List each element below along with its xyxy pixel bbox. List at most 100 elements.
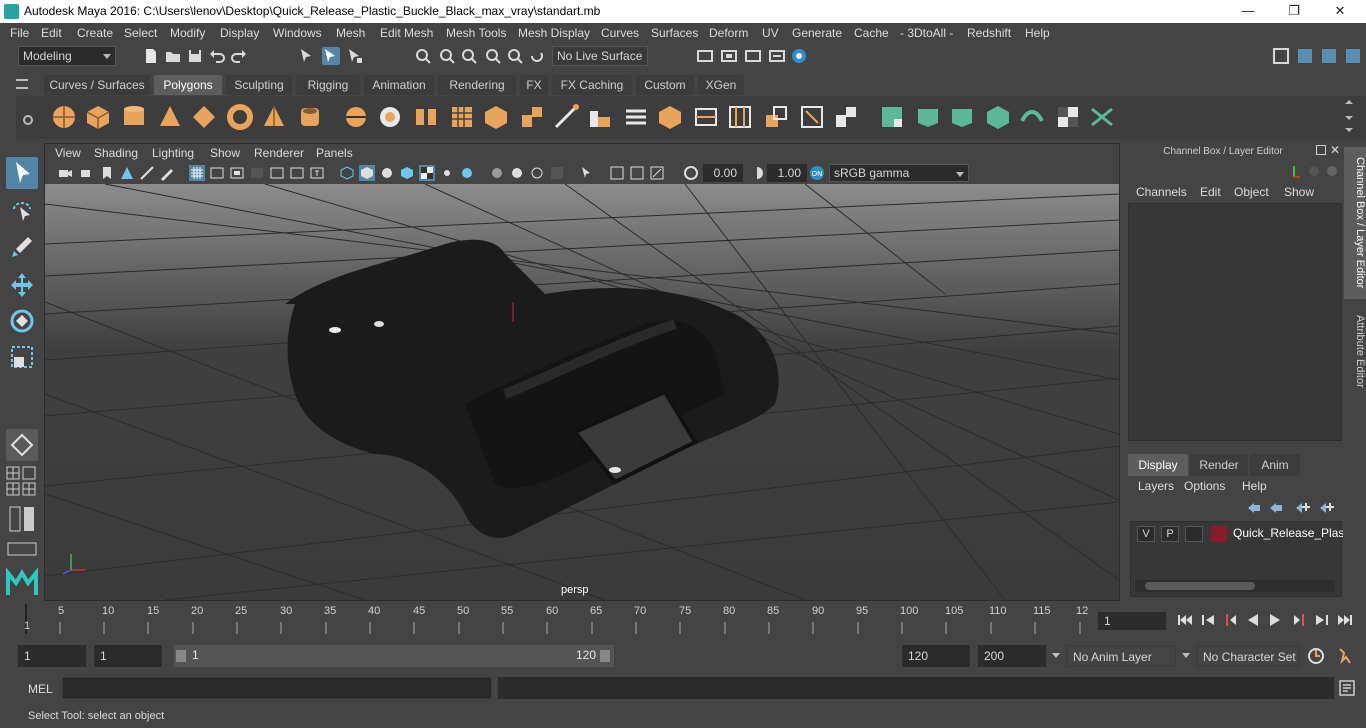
live-surface-field[interactable]: No Live Surface xyxy=(552,46,648,66)
float-panel-icon[interactable] xyxy=(1316,145,1326,155)
tab-display[interactable]: Display xyxy=(1128,454,1188,476)
select-by-hierarchy-icon[interactable] xyxy=(298,47,316,65)
use-all-lights-icon[interactable] xyxy=(419,165,435,181)
wireframe-on-shaded-icon[interactable] xyxy=(379,165,395,181)
2d-pan-zoom-icon[interactable] xyxy=(139,165,155,181)
select-camera-icon[interactable] xyxy=(57,165,73,181)
textured-icon[interactable] xyxy=(399,165,415,181)
shelf-scroll-arrows[interactable] xyxy=(1344,98,1354,136)
tab-curves-surfaces[interactable]: Curves / Surfaces xyxy=(44,75,150,95)
new-empty-layer-icon[interactable] xyxy=(1294,501,1310,515)
animation-end-field[interactable]: 200 xyxy=(978,645,1046,667)
render-current-frame-icon[interactable] xyxy=(720,47,738,65)
gate-mask-icon[interactable] xyxy=(249,165,265,181)
safe-title-icon[interactable] xyxy=(309,165,325,181)
new-layer-from-selection-icon[interactable] xyxy=(1318,501,1334,515)
film-gate-icon[interactable] xyxy=(209,165,225,181)
undo-icon[interactable] xyxy=(208,47,226,65)
bridge-icon[interactable] xyxy=(622,103,650,131)
mode-selector-dropdown[interactable]: Modeling xyxy=(18,46,116,66)
tab-fx[interactable]: FX xyxy=(520,75,548,95)
chevron-down-icon[interactable] xyxy=(1182,653,1190,658)
uv-editor-icon[interactable] xyxy=(878,103,906,131)
menu-help[interactable]: Help xyxy=(1025,26,1050,40)
hypershade-icon[interactable] xyxy=(790,47,808,65)
animation-start-field[interactable]: 1 xyxy=(18,645,86,667)
scrollbar-thumb[interactable] xyxy=(1145,582,1255,590)
shelf-settings-gear-icon[interactable] xyxy=(22,114,34,126)
close-button[interactable]: ✕ xyxy=(1320,2,1360,20)
move-tool[interactable] xyxy=(6,269,38,301)
menu-mesh-display[interactable]: Mesh Display xyxy=(518,26,590,40)
tab-sculpting[interactable]: Sculpting xyxy=(226,75,292,95)
poly-cylinder-icon[interactable] xyxy=(120,103,148,131)
layer-display-type-toggle[interactable] xyxy=(1185,526,1203,542)
menu-generate[interactable]: Generate xyxy=(792,26,842,40)
tab-rendering[interactable]: Rendering xyxy=(438,75,516,95)
channel-object-menu[interactable]: Object xyxy=(1234,185,1269,199)
smooth-shade-all-icon[interactable] xyxy=(359,165,375,181)
select-by-component-icon[interactable] xyxy=(322,47,340,65)
3d-scene-view[interactable]: persp xyxy=(45,184,1119,600)
select-by-object-icon[interactable] xyxy=(346,47,364,65)
mirror-icon[interactable] xyxy=(518,103,546,131)
viewport-menu-renderer[interactable]: Renderer xyxy=(254,146,304,160)
move-layer-down-icon[interactable] xyxy=(1268,501,1284,515)
auto-key-icon[interactable] xyxy=(1306,646,1326,666)
viewport-menu-shading[interactable]: Shading xyxy=(94,146,138,160)
xray-components-icon[interactable] xyxy=(629,165,645,181)
isolate-select-icon[interactable] xyxy=(579,165,595,181)
layer-options-menu[interactable]: Options xyxy=(1184,479,1225,493)
play-backwards-icon[interactable] xyxy=(1244,612,1262,628)
move-layer-up-icon[interactable] xyxy=(1246,501,1262,515)
combine-icon[interactable] xyxy=(342,103,370,131)
mel-command-input[interactable] xyxy=(62,677,492,699)
channel-box-key-icon[interactable] xyxy=(1306,163,1322,179)
tab-channel-box-layer-editor[interactable]: Channel Box / Layer Editor xyxy=(1344,147,1366,299)
tab-animation[interactable]: Animation xyxy=(364,75,434,95)
step-forward-key-icon[interactable] xyxy=(1290,612,1308,628)
layers-menu[interactable]: Layers xyxy=(1138,479,1174,493)
menu-select[interactable]: Select xyxy=(124,26,157,40)
snap-to-view-plane-icon[interactable] xyxy=(484,47,502,65)
hypershade-layout-icon[interactable] xyxy=(22,481,36,497)
merge-icon[interactable] xyxy=(798,103,826,131)
layer-color-swatch[interactable] xyxy=(1211,526,1227,542)
screen-space-ao-icon[interactable] xyxy=(489,165,505,181)
paint-select-tool[interactable] xyxy=(6,231,38,263)
save-scene-icon[interactable] xyxy=(186,47,204,65)
script-editor-icon[interactable] xyxy=(1338,679,1356,697)
collapse-icon[interactable] xyxy=(832,103,860,131)
resolution-gate-icon[interactable] xyxy=(229,165,245,181)
bevel-icon[interactable] xyxy=(656,103,684,131)
menu-file[interactable]: File xyxy=(10,26,29,40)
go-to-start-icon[interactable] xyxy=(1176,612,1194,628)
toggle-channel-box-icon[interactable] xyxy=(1344,47,1362,65)
poly-plane-icon[interactable] xyxy=(190,103,218,131)
fill-hole-icon[interactable] xyxy=(762,103,790,131)
tab-attribute-editor[interactable]: Attribute Editor xyxy=(1344,309,1366,393)
anim-layer-selector[interactable]: No Anim Layer xyxy=(1066,645,1176,667)
poly-torus-icon[interactable] xyxy=(226,103,254,131)
insert-edge-loop-icon[interactable] xyxy=(692,103,720,131)
menu-mesh-tools[interactable]: Mesh Tools xyxy=(446,26,506,40)
menu-display[interactable]: Display xyxy=(220,26,259,40)
snap-to-grid-icon[interactable] xyxy=(414,47,432,65)
tab-rigging[interactable]: Rigging xyxy=(296,75,360,95)
channels-menu[interactable]: Channels xyxy=(1136,185,1187,199)
smooth-icon[interactable] xyxy=(448,103,476,131)
toggle-attribute-editor-icon[interactable] xyxy=(1296,47,1314,65)
wireframe-icon[interactable] xyxy=(339,165,355,181)
channel-box-axis-icon[interactable] xyxy=(1286,163,1302,179)
viewport-menu-view[interactable]: View xyxy=(55,146,81,160)
extract-icon[interactable] xyxy=(412,103,440,131)
render-settings-icon[interactable] xyxy=(768,47,786,65)
menu-modify[interactable]: Modify xyxy=(170,26,205,40)
exposure-icon[interactable] xyxy=(683,165,699,181)
motion-blur-icon[interactable] xyxy=(509,165,525,181)
step-forward-frame-icon[interactable] xyxy=(1312,612,1330,628)
shelf-menu-icon[interactable] xyxy=(16,79,28,89)
grease-pencil-icon[interactable] xyxy=(159,165,175,181)
new-scene-icon[interactable] xyxy=(142,47,160,65)
bookmarks-icon[interactable] xyxy=(99,165,115,181)
